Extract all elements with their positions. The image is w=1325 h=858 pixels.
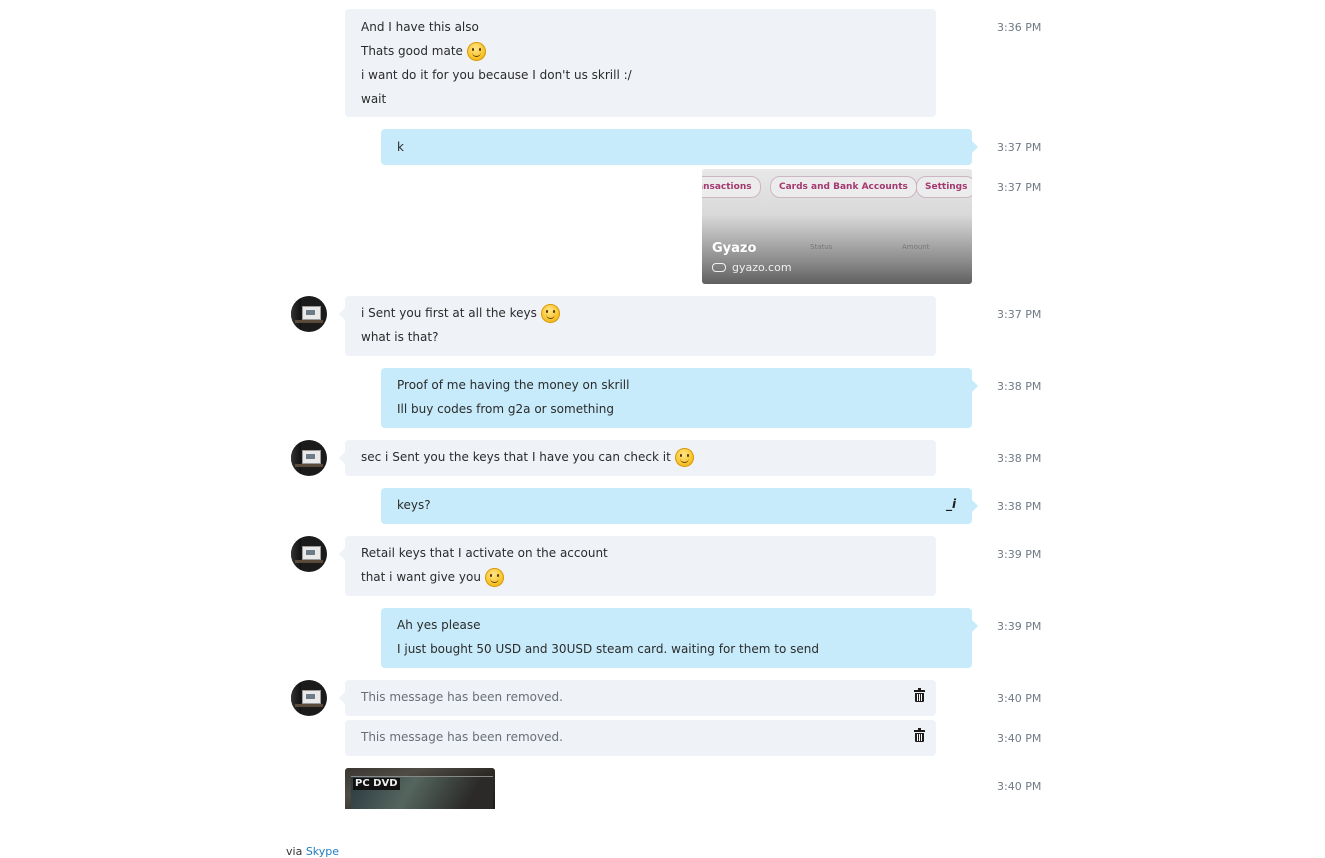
message-timestamp: 3:36 PM [997, 21, 1042, 34]
message-timestamp: 3:38 PM [997, 380, 1042, 393]
message-timestamp: 3:40 PM [997, 692, 1042, 705]
message-timestamp: 3:40 PM [997, 780, 1042, 793]
link-preview-card[interactable]: ansactions Cards and Bank Accounts Setti… [702, 169, 972, 284]
message-timestamp: 3:39 PM [997, 548, 1042, 561]
smiley-emoticon-icon [674, 447, 694, 467]
message-bubble-outgoing[interactable]: Proof of me having the money on skrill I… [381, 368, 978, 428]
message-bubble-incoming[interactable]: And I have this also Thats good mate i w… [345, 9, 936, 117]
message-timestamp: 3:37 PM [997, 141, 1042, 154]
removed-message-text: This message has been removed. [361, 690, 563, 704]
message-timestamp: 3:38 PM [997, 452, 1042, 465]
message-bubble-outgoing[interactable]: k [381, 129, 978, 165]
message-bubble-incoming[interactable]: Retail keys that I activate on the accou… [339, 536, 936, 596]
message-timestamp: 3:40 PM [997, 732, 1042, 745]
removed-message-bubble[interactable]: This message has been removed. [345, 720, 936, 756]
message-text: what is that? [361, 330, 439, 344]
message-text-line: sec i Sent you the keys that I have you … [361, 445, 920, 469]
contact-avatar[interactable] [291, 680, 327, 716]
message-text: keys? [397, 498, 431, 512]
removed-message-bubble[interactable]: This message has been removed. [339, 680, 936, 716]
message-bubble-outgoing[interactable]: keys? _i [381, 488, 978, 524]
message-text: wait [361, 92, 387, 106]
smiley-emoticon-icon [466, 41, 486, 61]
image-label: PC DVD [353, 778, 400, 790]
message-text: Retail keys that I activate on the accou… [361, 546, 608, 560]
contact-avatar[interactable] [291, 536, 327, 572]
message-bubble-incoming[interactable]: i Sent you first at all the keys what is… [339, 296, 936, 356]
preview-column-label: Status [810, 243, 833, 251]
message-text-line: that i want give you [361, 565, 920, 589]
trash-icon [914, 728, 925, 742]
preview-column-label: Amount [902, 243, 930, 251]
message-bubble-outgoing[interactable]: Ah yes please I just bought 50 USD and 3… [381, 608, 978, 668]
message-timestamp: 3:37 PM [997, 308, 1042, 321]
message-timestamp: 3:39 PM [997, 620, 1042, 633]
preview-tab-pill: ansactions [702, 176, 761, 198]
message-text-line: i Sent you first at all the keys [361, 301, 920, 325]
message-text: Ill buy codes from g2a or something [397, 402, 614, 416]
skype-link[interactable]: Skype [306, 845, 339, 858]
message-text: Proof of me having the money on skrill [397, 378, 630, 392]
message-bubble-incoming[interactable]: sec i Sent you the keys that I have you … [339, 440, 936, 476]
message-timestamp: 3:37 PM [997, 181, 1042, 194]
link-icon [712, 263, 726, 272]
message-text: And I have this also [361, 20, 479, 34]
smiley-emoticon-icon [484, 567, 504, 587]
link-preview-title: Gyazo [712, 241, 757, 256]
contact-avatar[interactable] [291, 296, 327, 332]
link-preview-site[interactable]: gyazo.com [712, 261, 792, 274]
trash-icon [914, 688, 925, 702]
message-text: i want do it for you because I don't us … [361, 68, 632, 82]
contact-avatar[interactable] [291, 440, 327, 476]
preview-tab-pill: Cards and Bank Accounts [770, 176, 917, 198]
message-text: Ah yes please [397, 618, 481, 632]
message-text: I just bought 50 USD and 30USD steam car… [397, 642, 819, 656]
preview-tab-pill: Settings [916, 176, 972, 198]
shared-image-thumbnail[interactable]: PC DVD [345, 768, 495, 809]
message-timestamp: 3:38 PM [997, 500, 1042, 513]
via-footer: via Skype [286, 845, 340, 858]
removed-message-text: This message has been removed. [361, 730, 563, 744]
message-text-line: Thats good mate [361, 39, 920, 63]
edited-pencil-icon: _i [946, 497, 957, 511]
message-text: k [397, 140, 404, 154]
smiley-emoticon-icon [540, 303, 560, 323]
